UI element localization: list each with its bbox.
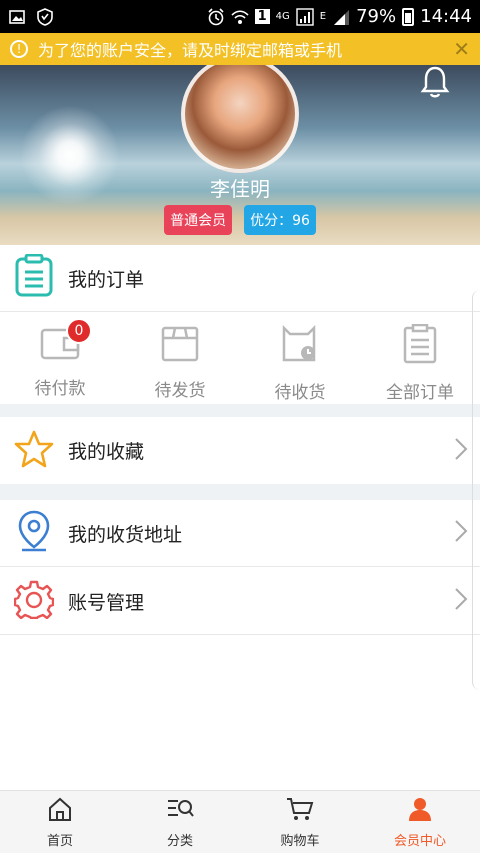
nav-label: 会员中心 [393, 833, 446, 849]
nav-member-center[interactable]: 会员中心 [360, 791, 480, 853]
nav-category[interactable]: 分类 [120, 791, 240, 853]
wifi-icon [231, 8, 249, 26]
pending-payment-count: 0 [66, 318, 92, 344]
network-type: 4G [275, 11, 290, 22]
nav-label: 购物车 [280, 833, 320, 849]
side-drawer-handle[interactable] [472, 290, 480, 690]
category-search-icon [166, 796, 194, 826]
my-favorites-row[interactable]: 我的收藏 [0, 417, 480, 484]
nav-cart[interactable]: 购物车 [240, 791, 360, 853]
clock-time: 14:44 [420, 6, 472, 27]
info-icon: ! [10, 40, 28, 58]
order-all[interactable]: 全部订单 [360, 312, 480, 404]
points-badge: 优分：96 [244, 205, 316, 235]
bind-account-notice[interactable]: ! 为了您的账户安全，请及时绑定邮箱或手机 ✕ [0, 33, 480, 65]
gear-icon [13, 579, 55, 623]
row-label: 账号管理 [68, 591, 145, 614]
account-management-row[interactable]: 账号管理 [0, 568, 480, 635]
close-icon[interactable]: ✕ [453, 37, 470, 61]
location-pin-icon [14, 509, 54, 557]
order-item-label: 待发货 [154, 381, 206, 401]
signal-box-icon [296, 7, 314, 26]
user-name: 李佳明 [210, 177, 270, 201]
sim-slot-indicator: 1 [254, 9, 270, 24]
user-icon [407, 796, 433, 826]
bag-clock-icon [280, 324, 320, 368]
chevron-right-icon [454, 519, 468, 547]
member-level-badge: 普通会员 [164, 205, 233, 235]
row-label: 我的收藏 [68, 441, 145, 463]
shipping-address-row[interactable]: 我的收货地址 [0, 500, 480, 567]
order-pending-payment[interactable]: 0 待付款 [0, 312, 120, 404]
signal-bars-icon [332, 8, 350, 26]
clipboard-icon [14, 253, 54, 302]
nav-label: 首页 [46, 833, 73, 849]
nav-home[interactable]: 首页 [0, 791, 120, 853]
my-orders-title: 我的订单 [68, 268, 145, 291]
avatar[interactable] [181, 65, 299, 173]
battery-percent: 79% [356, 6, 397, 27]
image-icon [8, 8, 26, 26]
order-item-label: 待收货 [274, 383, 326, 403]
section-divider [0, 404, 480, 417]
order-item-label: 待付款 [34, 379, 86, 399]
empty-content-area [0, 635, 480, 790]
home-icon [47, 796, 73, 826]
chevron-right-icon [454, 437, 468, 465]
battery-icon [402, 7, 415, 26]
status-bar: 1 4G E 79% 14:44 [0, 0, 480, 33]
nav-label: 分类 [166, 833, 193, 849]
row-label: 我的收货地址 [68, 523, 183, 546]
clipboard-list-icon [403, 323, 437, 368]
bottom-nav: 首页 分类 购物车 会员中心 [0, 790, 480, 853]
chevron-right-icon [454, 587, 468, 615]
box-icon [161, 324, 199, 366]
shield-icon [36, 7, 54, 26]
orders-section: 我的订单 0 待付款 待发货 待收货 全部订单 [0, 245, 480, 404]
data-mark: E [319, 11, 327, 22]
section-divider [0, 484, 480, 500]
alarm-icon [207, 7, 225, 26]
notice-text: 为了您的账户安全，请及时绑定邮箱或手机 [38, 41, 343, 60]
order-pending-shipment[interactable]: 待发货 [120, 312, 240, 404]
bell-icon[interactable] [420, 65, 450, 99]
cart-icon [286, 796, 314, 826]
order-pending-receipt[interactable]: 待收货 [240, 312, 360, 404]
order-item-label: 全部订单 [386, 383, 454, 403]
star-icon [14, 429, 54, 473]
my-orders-header[interactable]: 我的订单 [0, 245, 480, 312]
profile-header: 李佳明 普通会员 优分：96 [0, 65, 480, 245]
